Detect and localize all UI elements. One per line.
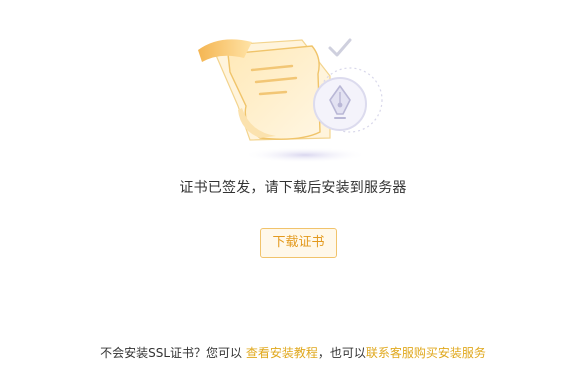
document-icon [198,39,331,141]
install-help-line: 不会安装SSL证书？您可以 查看安装教程，也可以联系客服购买安装服务 [0,344,586,361]
certificate-issued-page: 证书已签发，请下载后安装到服务器 下载证书 不会安装SSL证书？您可以 查看安装… [0,0,586,389]
download-certificate-button[interactable]: 下载证书 [260,228,337,258]
checkmark-icon [328,38,352,57]
help-prefix-text: 不会安装SSL证书？您可以 [100,346,246,360]
view-install-tutorial-link[interactable]: 查看安装教程 [246,346,318,360]
certificate-issued-message: 证书已签发，请下载后安装到服务器 [179,180,407,196]
certificate-document-illustration [198,38,383,163]
contact-support-install-service-link[interactable]: 联系客服购买安装服务 [366,346,486,360]
help-middle-text: ，也可以 [317,346,366,360]
